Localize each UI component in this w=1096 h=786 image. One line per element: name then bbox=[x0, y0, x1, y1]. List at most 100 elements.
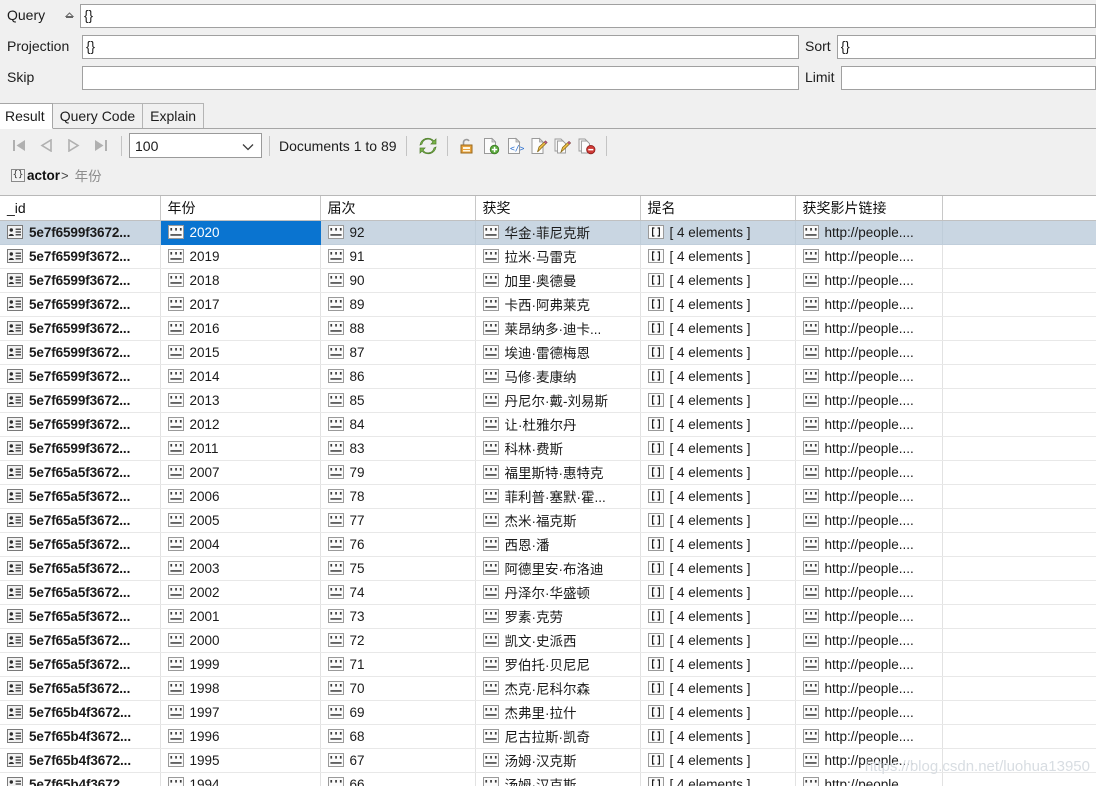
table-cell-order[interactable]: 87 bbox=[320, 340, 476, 365]
clone-document-icon[interactable] bbox=[551, 134, 575, 158]
table-row[interactable]: 5e7f65a5f3672... 2001 73 罗素·克劳 [ 4 elements … bbox=[0, 604, 1096, 629]
table-cell-_id[interactable]: 5e7f6599f3672... bbox=[0, 316, 161, 341]
last-page-icon[interactable] bbox=[87, 133, 114, 158]
table-row[interactable]: 5e7f6599f3672... 2013 85 丹尼尔·戴-刘易斯 [ 4 eleme… bbox=[0, 388, 1096, 413]
table-cell-_id[interactable]: 5e7f65a5f3672... bbox=[0, 508, 161, 533]
table-cell-link[interactable]: http://people.... bbox=[795, 340, 943, 365]
table-cell-year[interactable]: 2003 bbox=[160, 556, 321, 581]
table-cell-award[interactable]: 拉米·马雷克 bbox=[475, 244, 641, 269]
table-row[interactable]: 5e7f6599f3672... 2020 92 华金·菲尼克斯 [ 4 element… bbox=[0, 220, 1096, 245]
table-cell-link[interactable]: http://people.... bbox=[795, 412, 943, 437]
table-row[interactable]: 5e7f65b4f3672... 1996 68 尼古拉斯·凯奇 [ 4 element… bbox=[0, 724, 1096, 749]
table-cell-link[interactable]: http://people.... bbox=[795, 220, 943, 245]
table-cell-order[interactable]: 90 bbox=[320, 268, 476, 293]
result-grid[interactable]: _id 年份 届次 获奖 提名 获奖影片链接 5e7f6599f3672... 2020 92… bbox=[0, 195, 1096, 786]
table-cell-award[interactable]: 加里·奥德曼 bbox=[475, 268, 641, 293]
table-cell-order[interactable]: 83 bbox=[320, 436, 476, 461]
table-cell-nom[interactable]: [ 4 elements ] bbox=[640, 628, 796, 653]
table-cell-_id[interactable]: 5e7f6599f3672... bbox=[0, 340, 161, 365]
column-header-spacer[interactable] bbox=[942, 196, 1096, 221]
column-header-nom[interactable]: 提名 bbox=[640, 196, 796, 221]
table-cell-order[interactable]: 89 bbox=[320, 292, 476, 317]
table-cell-link[interactable]: http://people.... bbox=[795, 388, 943, 413]
table-cell-link[interactable]: http://people.... bbox=[795, 532, 943, 557]
table-cell-order[interactable]: 70 bbox=[320, 676, 476, 701]
column-header-order[interactable]: 届次 bbox=[320, 196, 476, 221]
table-cell-award[interactable]: 凯文·史派西 bbox=[475, 628, 641, 653]
table-cell-award[interactable]: 罗素·克劳 bbox=[475, 604, 641, 629]
table-cell-year[interactable]: 1995 bbox=[160, 748, 321, 773]
table-cell-award[interactable]: 丹泽尔·华盛顿 bbox=[475, 580, 641, 605]
table-cell-nom[interactable]: [ 4 elements ] bbox=[640, 580, 796, 605]
table-cell-award[interactable]: 尼古拉斯·凯奇 bbox=[475, 724, 641, 749]
column-header-award[interactable]: 获奖 bbox=[475, 196, 641, 221]
table-row[interactable]: 5e7f65a5f3672... 2000 72 凯文·史派西 [ 4 elements… bbox=[0, 628, 1096, 653]
table-cell-year[interactable]: 2012 bbox=[160, 412, 321, 437]
table-row[interactable]: 5e7f6599f3672... 2017 89 卡西·阿弗莱克 [ 4 element… bbox=[0, 292, 1096, 317]
table-cell-award[interactable]: 华金·菲尼克斯 bbox=[475, 220, 641, 245]
table-cell-year[interactable]: 1994 bbox=[160, 772, 321, 786]
table-cell-_id[interactable]: 5e7f65a5f3672... bbox=[0, 628, 161, 653]
table-cell-year[interactable]: 2019 bbox=[160, 244, 321, 269]
table-row[interactable]: 5e7f65b4f3672... 1995 67 汤姆·汉克斯 [ 4 elements… bbox=[0, 748, 1096, 773]
page-size-select[interactable]: 100 bbox=[129, 133, 262, 158]
table-cell-nom[interactable]: [ 4 elements ] bbox=[640, 700, 796, 725]
table-cell-nom[interactable]: [ 4 elements ] bbox=[640, 412, 796, 437]
table-cell-_id[interactable]: 5e7f65b4f3672... bbox=[0, 748, 161, 773]
table-cell-_id[interactable]: 5e7f65a5f3672... bbox=[0, 532, 161, 557]
table-row[interactable]: 5e7f65a5f3672... 2004 76 西恩·潘 [ 4 elements ]… bbox=[0, 532, 1096, 557]
table-cell-order[interactable]: 92 bbox=[320, 220, 476, 245]
table-cell-_id[interactable]: 5e7f6599f3672... bbox=[0, 364, 161, 389]
table-cell-year[interactable]: 2005 bbox=[160, 508, 321, 533]
table-cell-order[interactable]: 79 bbox=[320, 460, 476, 485]
table-cell-order[interactable]: 88 bbox=[320, 316, 476, 341]
table-cell-year[interactable]: 2004 bbox=[160, 532, 321, 557]
table-cell-nom[interactable]: [ 4 elements ] bbox=[640, 676, 796, 701]
table-cell-year[interactable]: 2013 bbox=[160, 388, 321, 413]
table-cell-_id[interactable]: 5e7f6599f3672... bbox=[0, 388, 161, 413]
projection-input[interactable] bbox=[82, 34, 799, 59]
table-cell-award[interactable]: 菲利普·塞默·霍... bbox=[475, 484, 641, 509]
table-cell-order[interactable]: 91 bbox=[320, 244, 476, 269]
table-cell-_id[interactable]: 5e7f65a5f3672... bbox=[0, 580, 161, 605]
table-cell-nom[interactable]: [ 4 elements ] bbox=[640, 244, 796, 269]
table-cell-_id[interactable]: 5e7f65a5f3672... bbox=[0, 676, 161, 701]
table-cell-_id[interactable]: 5e7f6599f3672... bbox=[0, 436, 161, 461]
table-cell-award[interactable]: 丹尼尔·戴-刘易斯 bbox=[475, 388, 641, 413]
table-cell-_id[interactable]: 5e7f65a5f3672... bbox=[0, 556, 161, 581]
table-cell-_id[interactable]: 5e7f65b4f3672... bbox=[0, 772, 161, 786]
table-cell-_id[interactable]: 5e7f65b4f3672... bbox=[0, 700, 161, 725]
table-cell-award[interactable]: 马修·麦康纳 bbox=[475, 364, 641, 389]
table-cell-link[interactable]: http://people.... bbox=[795, 628, 943, 653]
table-cell-nom[interactable]: [ 4 elements ] bbox=[640, 460, 796, 485]
table-cell-year[interactable]: 2017 bbox=[160, 292, 321, 317]
table-cell-award[interactable]: 莱昂纳多·迪卡... bbox=[475, 316, 641, 341]
table-row[interactable]: 5e7f65a5f3672... 1998 70 杰克·尼科尔森 [ 4 element… bbox=[0, 676, 1096, 701]
table-row[interactable]: 5e7f6599f3672... 2015 87 埃迪·雷德梅恩 [ 4 element… bbox=[0, 340, 1096, 365]
delete-document-icon[interactable] bbox=[575, 134, 599, 158]
table-cell-nom[interactable]: [ 4 elements ] bbox=[640, 388, 796, 413]
table-cell-order[interactable]: 69 bbox=[320, 700, 476, 725]
table-cell-order[interactable]: 76 bbox=[320, 532, 476, 557]
skip-input[interactable] bbox=[82, 65, 799, 90]
table-cell-link[interactable]: http://people.... bbox=[795, 484, 943, 509]
table-cell-link[interactable]: http://people.... bbox=[795, 556, 943, 581]
table-cell-link[interactable]: http://people.... bbox=[795, 604, 943, 629]
table-cell-link[interactable]: http://people.... bbox=[795, 460, 943, 485]
table-row[interactable]: 5e7f65a5f3672... 2007 79 福里斯特·惠特克 [ 4 elemen… bbox=[0, 460, 1096, 485]
table-cell-award[interactable]: 阿德里安·布洛迪 bbox=[475, 556, 641, 581]
sort-input[interactable] bbox=[836, 34, 1096, 59]
table-cell-nom[interactable]: [ 4 elements ] bbox=[640, 604, 796, 629]
table-cell-nom[interactable]: [ 4 elements ] bbox=[640, 316, 796, 341]
table-cell-link[interactable]: http://people.... bbox=[795, 316, 943, 341]
table-cell-link[interactable]: http://people.... bbox=[795, 508, 943, 533]
table-cell-nom[interactable]: [ 4 elements ] bbox=[640, 484, 796, 509]
table-cell-award[interactable]: 汤姆·汉克斯 bbox=[475, 748, 641, 773]
table-cell-link[interactable]: http://people.... bbox=[795, 748, 943, 773]
table-cell-order[interactable]: 67 bbox=[320, 748, 476, 773]
refresh-icon[interactable] bbox=[416, 134, 440, 158]
table-row[interactable]: 5e7f6599f3672... 2018 90 加里·奥德曼 [ 4 elements… bbox=[0, 268, 1096, 293]
table-cell-nom[interactable]: [ 4 elements ] bbox=[640, 292, 796, 317]
table-cell-nom[interactable]: [ 4 elements ] bbox=[640, 268, 796, 293]
table-cell-_id[interactable]: 5e7f65b4f3672... bbox=[0, 724, 161, 749]
